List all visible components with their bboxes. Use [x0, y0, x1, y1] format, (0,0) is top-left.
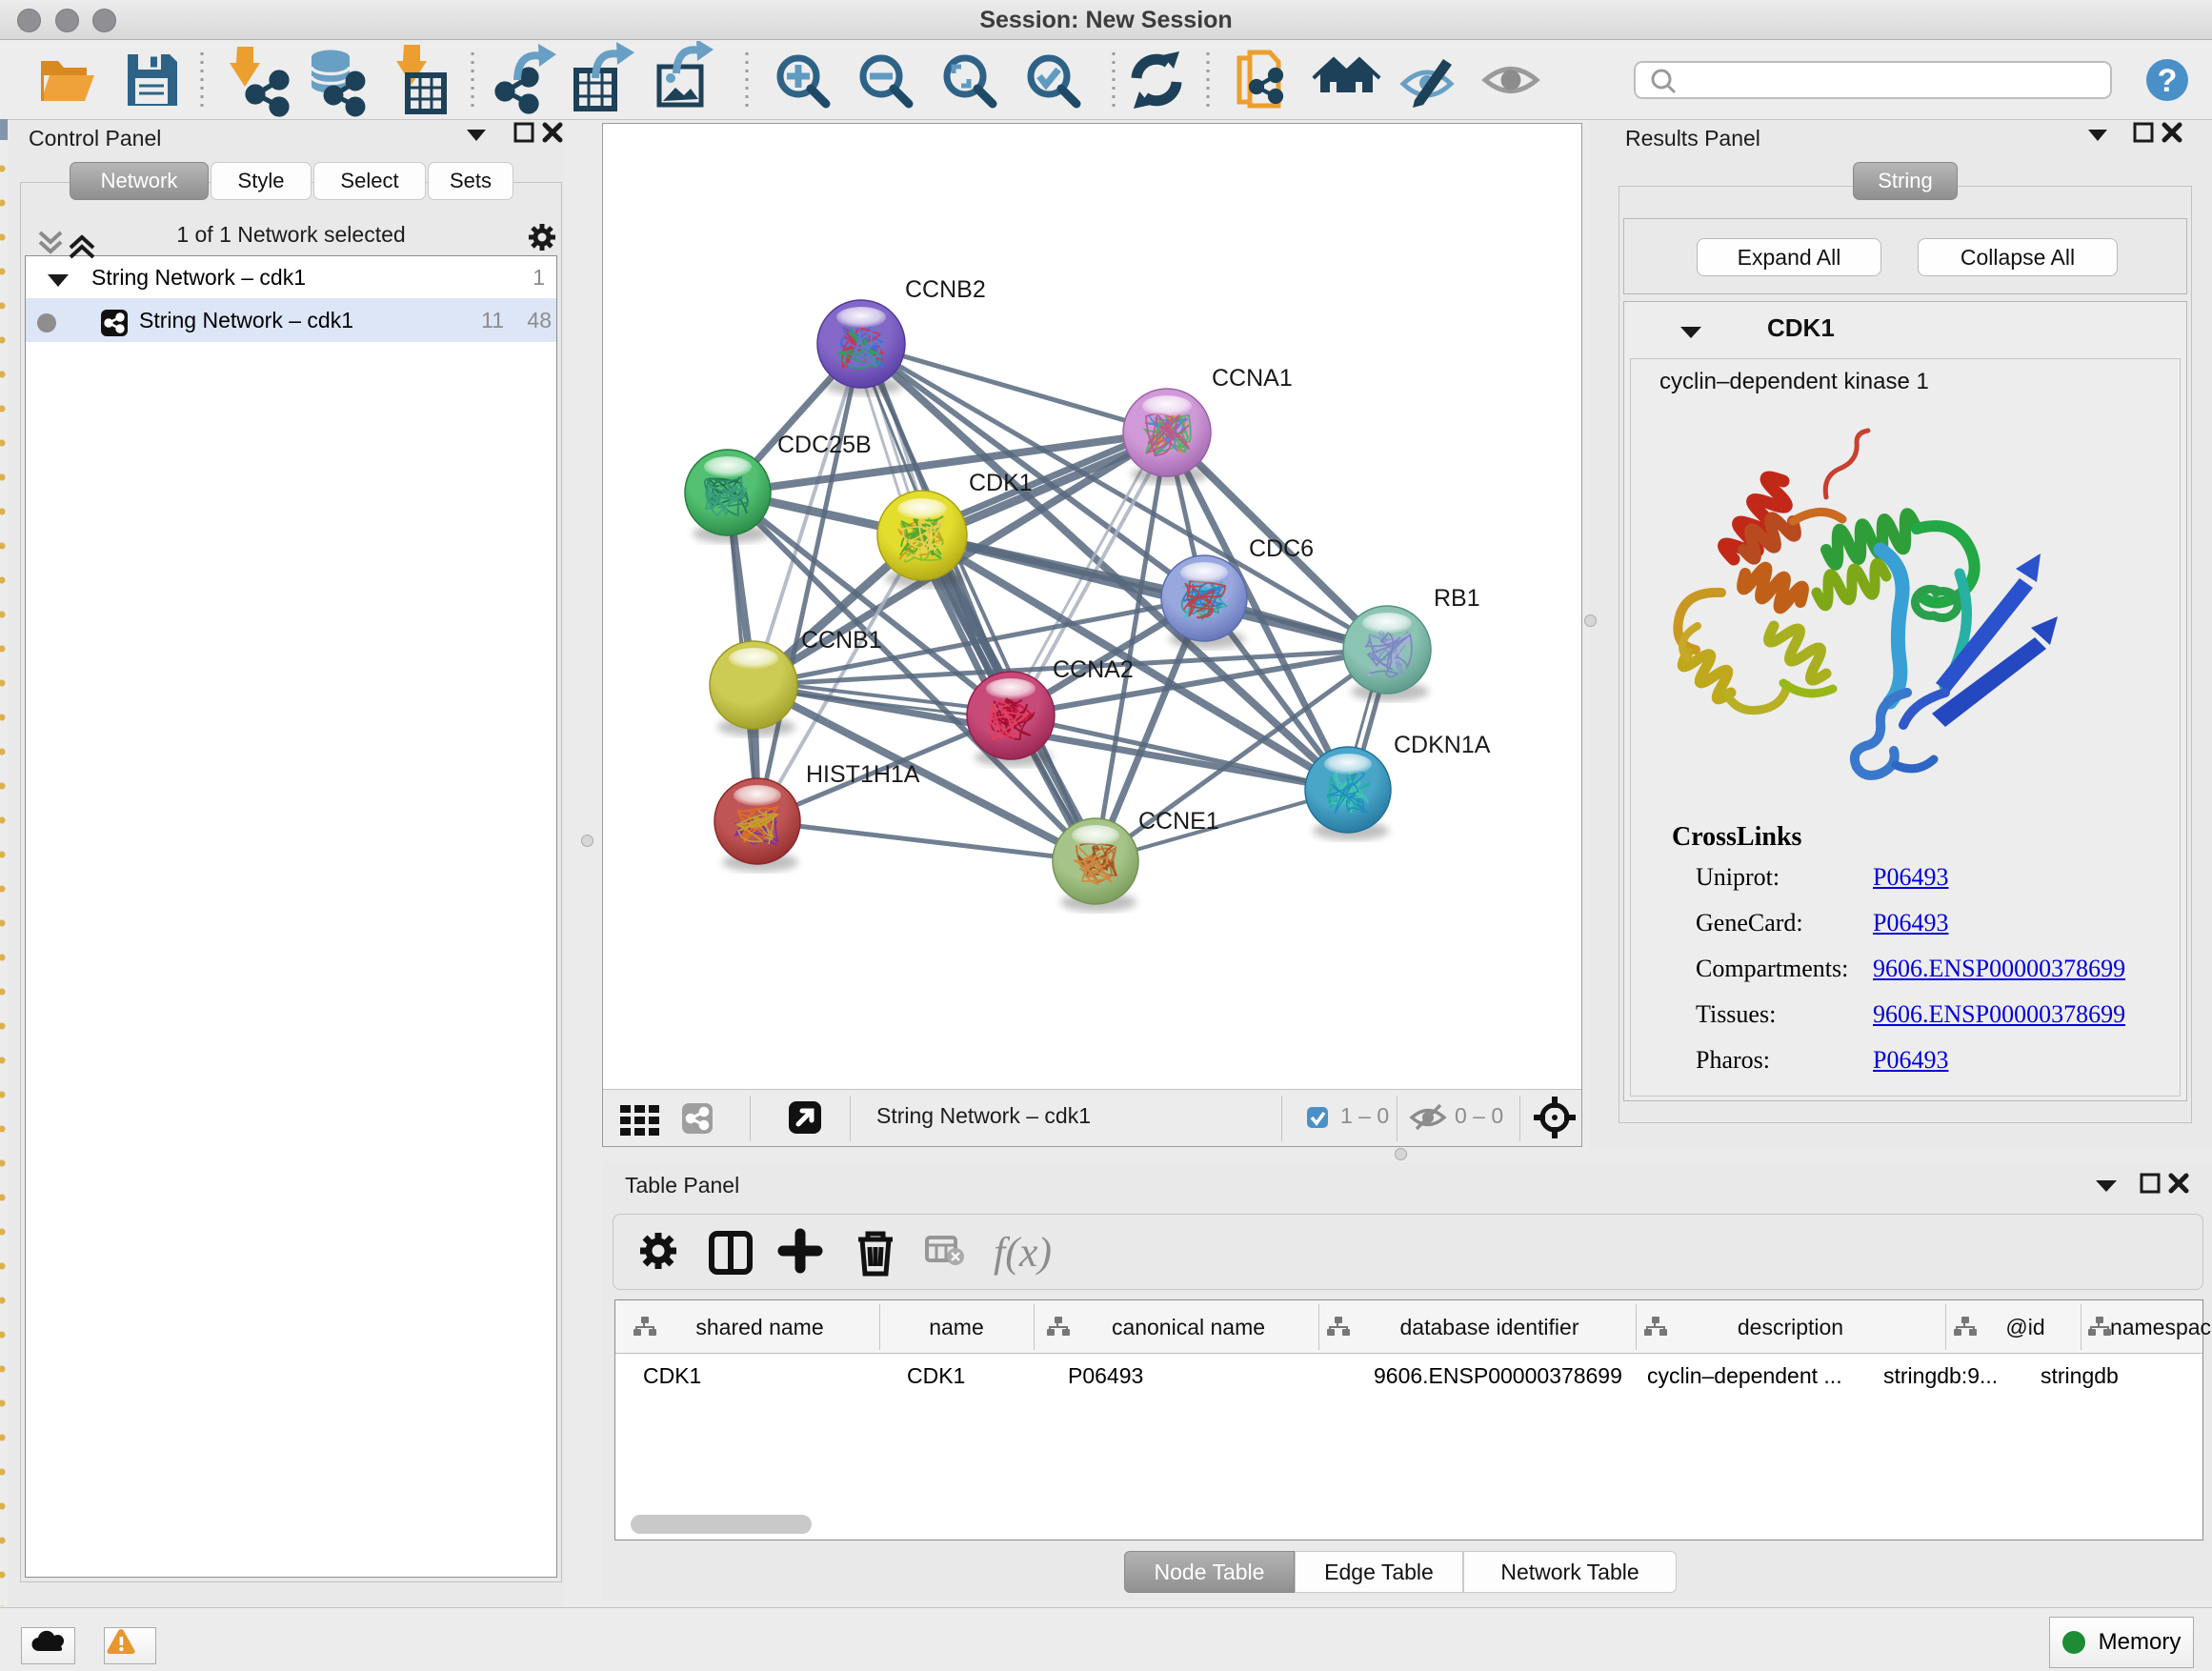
svg-text:CCNE1: CCNE1 — [1138, 808, 1219, 835]
svg-text:CDC25B: CDC25B — [777, 432, 872, 458]
svg-text:HIST1H1A: HIST1H1A — [806, 761, 920, 788]
svg-text:CDC6: CDC6 — [1249, 535, 1314, 562]
svg-text:CDK1: CDK1 — [969, 470, 1033, 496]
svg-text:CCNB1: CCNB1 — [801, 627, 882, 654]
svg-text:RB1: RB1 — [1434, 585, 1480, 612]
svg-text:CDKN1A: CDKN1A — [1394, 732, 1491, 758]
svg-text:CCNB2: CCNB2 — [905, 276, 986, 303]
svg-text:?: ? — [2158, 63, 2178, 99]
svg-text:CCNA1: CCNA1 — [1212, 365, 1293, 392]
svg-text:CCNA2: CCNA2 — [1053, 656, 1134, 683]
